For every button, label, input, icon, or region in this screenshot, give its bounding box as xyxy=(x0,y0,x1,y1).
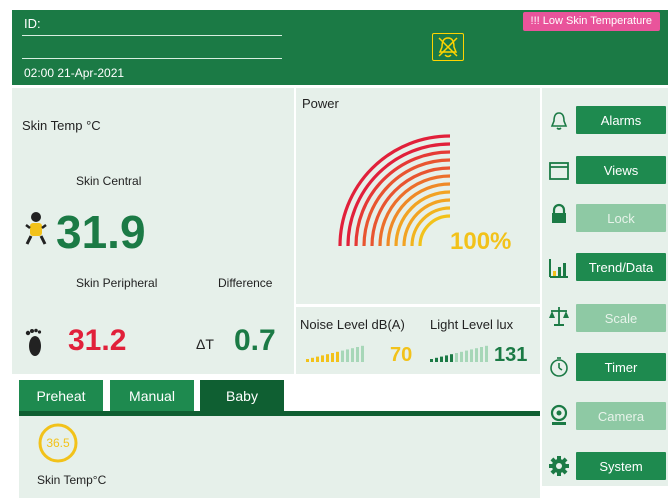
meter-bar xyxy=(450,354,453,362)
meter-bar xyxy=(331,353,334,362)
low-skin-temp-alert-badge[interactable]: !!! Low Skin Temperature xyxy=(522,12,660,31)
skin-temp-setpoint-value[interactable]: 36.5 xyxy=(37,436,79,450)
meter-bar xyxy=(430,359,433,362)
trend-data-button[interactable]: Trend/Data xyxy=(576,253,666,281)
scale-icon xyxy=(549,307,569,326)
noise-level-label: Noise Level dB(A) xyxy=(300,317,405,332)
skin-central-label: Skin Central xyxy=(76,174,142,188)
tab-baby[interactable]: Baby xyxy=(200,380,284,411)
power-arc-gauge xyxy=(338,134,451,247)
meter-bar xyxy=(440,356,443,362)
meter-bar xyxy=(326,354,329,362)
skin-central-value: 31.9 xyxy=(56,206,146,258)
baby-icon xyxy=(25,212,47,245)
timer-button[interactable]: Timer xyxy=(576,353,666,381)
meter-bar xyxy=(475,348,478,362)
header-bar: ID: 02:00 21-Apr-2021 !!! Low Skin Tempe… xyxy=(12,10,668,85)
meter-bar xyxy=(465,350,468,362)
skin-temp-panel: Skin Temp °C Skin Central 31.9 Skin Peri… xyxy=(12,88,294,374)
scale-button[interactable]: Scale xyxy=(576,304,666,332)
tab-manual[interactable]: Manual xyxy=(110,380,194,411)
difference-value: 0.7 xyxy=(234,324,276,357)
meter-bar xyxy=(455,353,458,362)
skin-peripheral-value: 31.2 xyxy=(68,324,127,357)
difference-label: Difference xyxy=(218,276,273,290)
meter-bar xyxy=(316,356,319,362)
light-level-value: 131 xyxy=(494,344,528,366)
power-value: 100% xyxy=(450,228,512,255)
system-button[interactable]: System xyxy=(576,452,666,480)
camera-button[interactable]: Camera xyxy=(576,402,666,430)
baby-mode-panel: 36.5 Skin Temp°C xyxy=(19,416,540,498)
bell-off-icon xyxy=(438,37,458,58)
stopwatch-icon xyxy=(550,357,568,377)
meter-bar xyxy=(480,347,483,362)
gear-icon xyxy=(549,456,569,476)
id-underline xyxy=(22,35,282,36)
delta-t-symbol: ΔT xyxy=(196,336,214,352)
meter-bar xyxy=(306,359,309,362)
power-arc xyxy=(354,150,451,247)
camera-icon xyxy=(550,404,568,425)
datetime-text: 02:00 21-Apr-2021 xyxy=(24,66,125,80)
power-arc xyxy=(418,214,451,247)
noise-level-meter xyxy=(306,345,364,362)
noise-level-value: 70 xyxy=(390,344,413,366)
meter-bar xyxy=(361,345,364,362)
lock-icon xyxy=(552,203,566,223)
bell-icon xyxy=(550,112,568,130)
tab-preheat[interactable]: Preheat xyxy=(19,380,103,411)
meter-bar xyxy=(445,355,448,362)
meter-bar xyxy=(351,348,354,362)
power-panel: Power 100% xyxy=(296,88,540,304)
patient-id-label: ID: xyxy=(24,16,41,31)
meter-bar xyxy=(435,357,438,362)
skin-temp-title: Skin Temp °C xyxy=(22,118,101,133)
foot-icon xyxy=(25,328,42,356)
alarm-silence-button[interactable] xyxy=(432,33,464,61)
meter-bar xyxy=(321,355,324,362)
meter-bar xyxy=(311,357,314,362)
meter-bar xyxy=(356,347,359,362)
divider-line xyxy=(22,58,282,59)
light-level-meter xyxy=(430,345,488,362)
meter-bar xyxy=(341,350,344,362)
ambient-panel: Noise Level dB(A) Light Level lux 70 131 xyxy=(296,307,540,374)
window-icon xyxy=(549,162,569,180)
meter-bar xyxy=(485,345,488,362)
lock-button[interactable]: Lock xyxy=(576,204,666,232)
skin-temp-setpoint-label: Skin Temp°C xyxy=(37,473,107,487)
meter-bar xyxy=(336,351,339,362)
bar-chart-icon xyxy=(549,259,568,278)
alarms-button[interactable]: Alarms xyxy=(576,106,666,134)
light-level-label: Light Level lux xyxy=(430,317,514,332)
meter-bar xyxy=(460,351,463,362)
meter-bar xyxy=(470,349,473,362)
views-button[interactable]: Views xyxy=(576,156,666,184)
skin-peripheral-label: Skin Peripheral xyxy=(76,276,158,290)
meter-bar xyxy=(346,349,349,362)
